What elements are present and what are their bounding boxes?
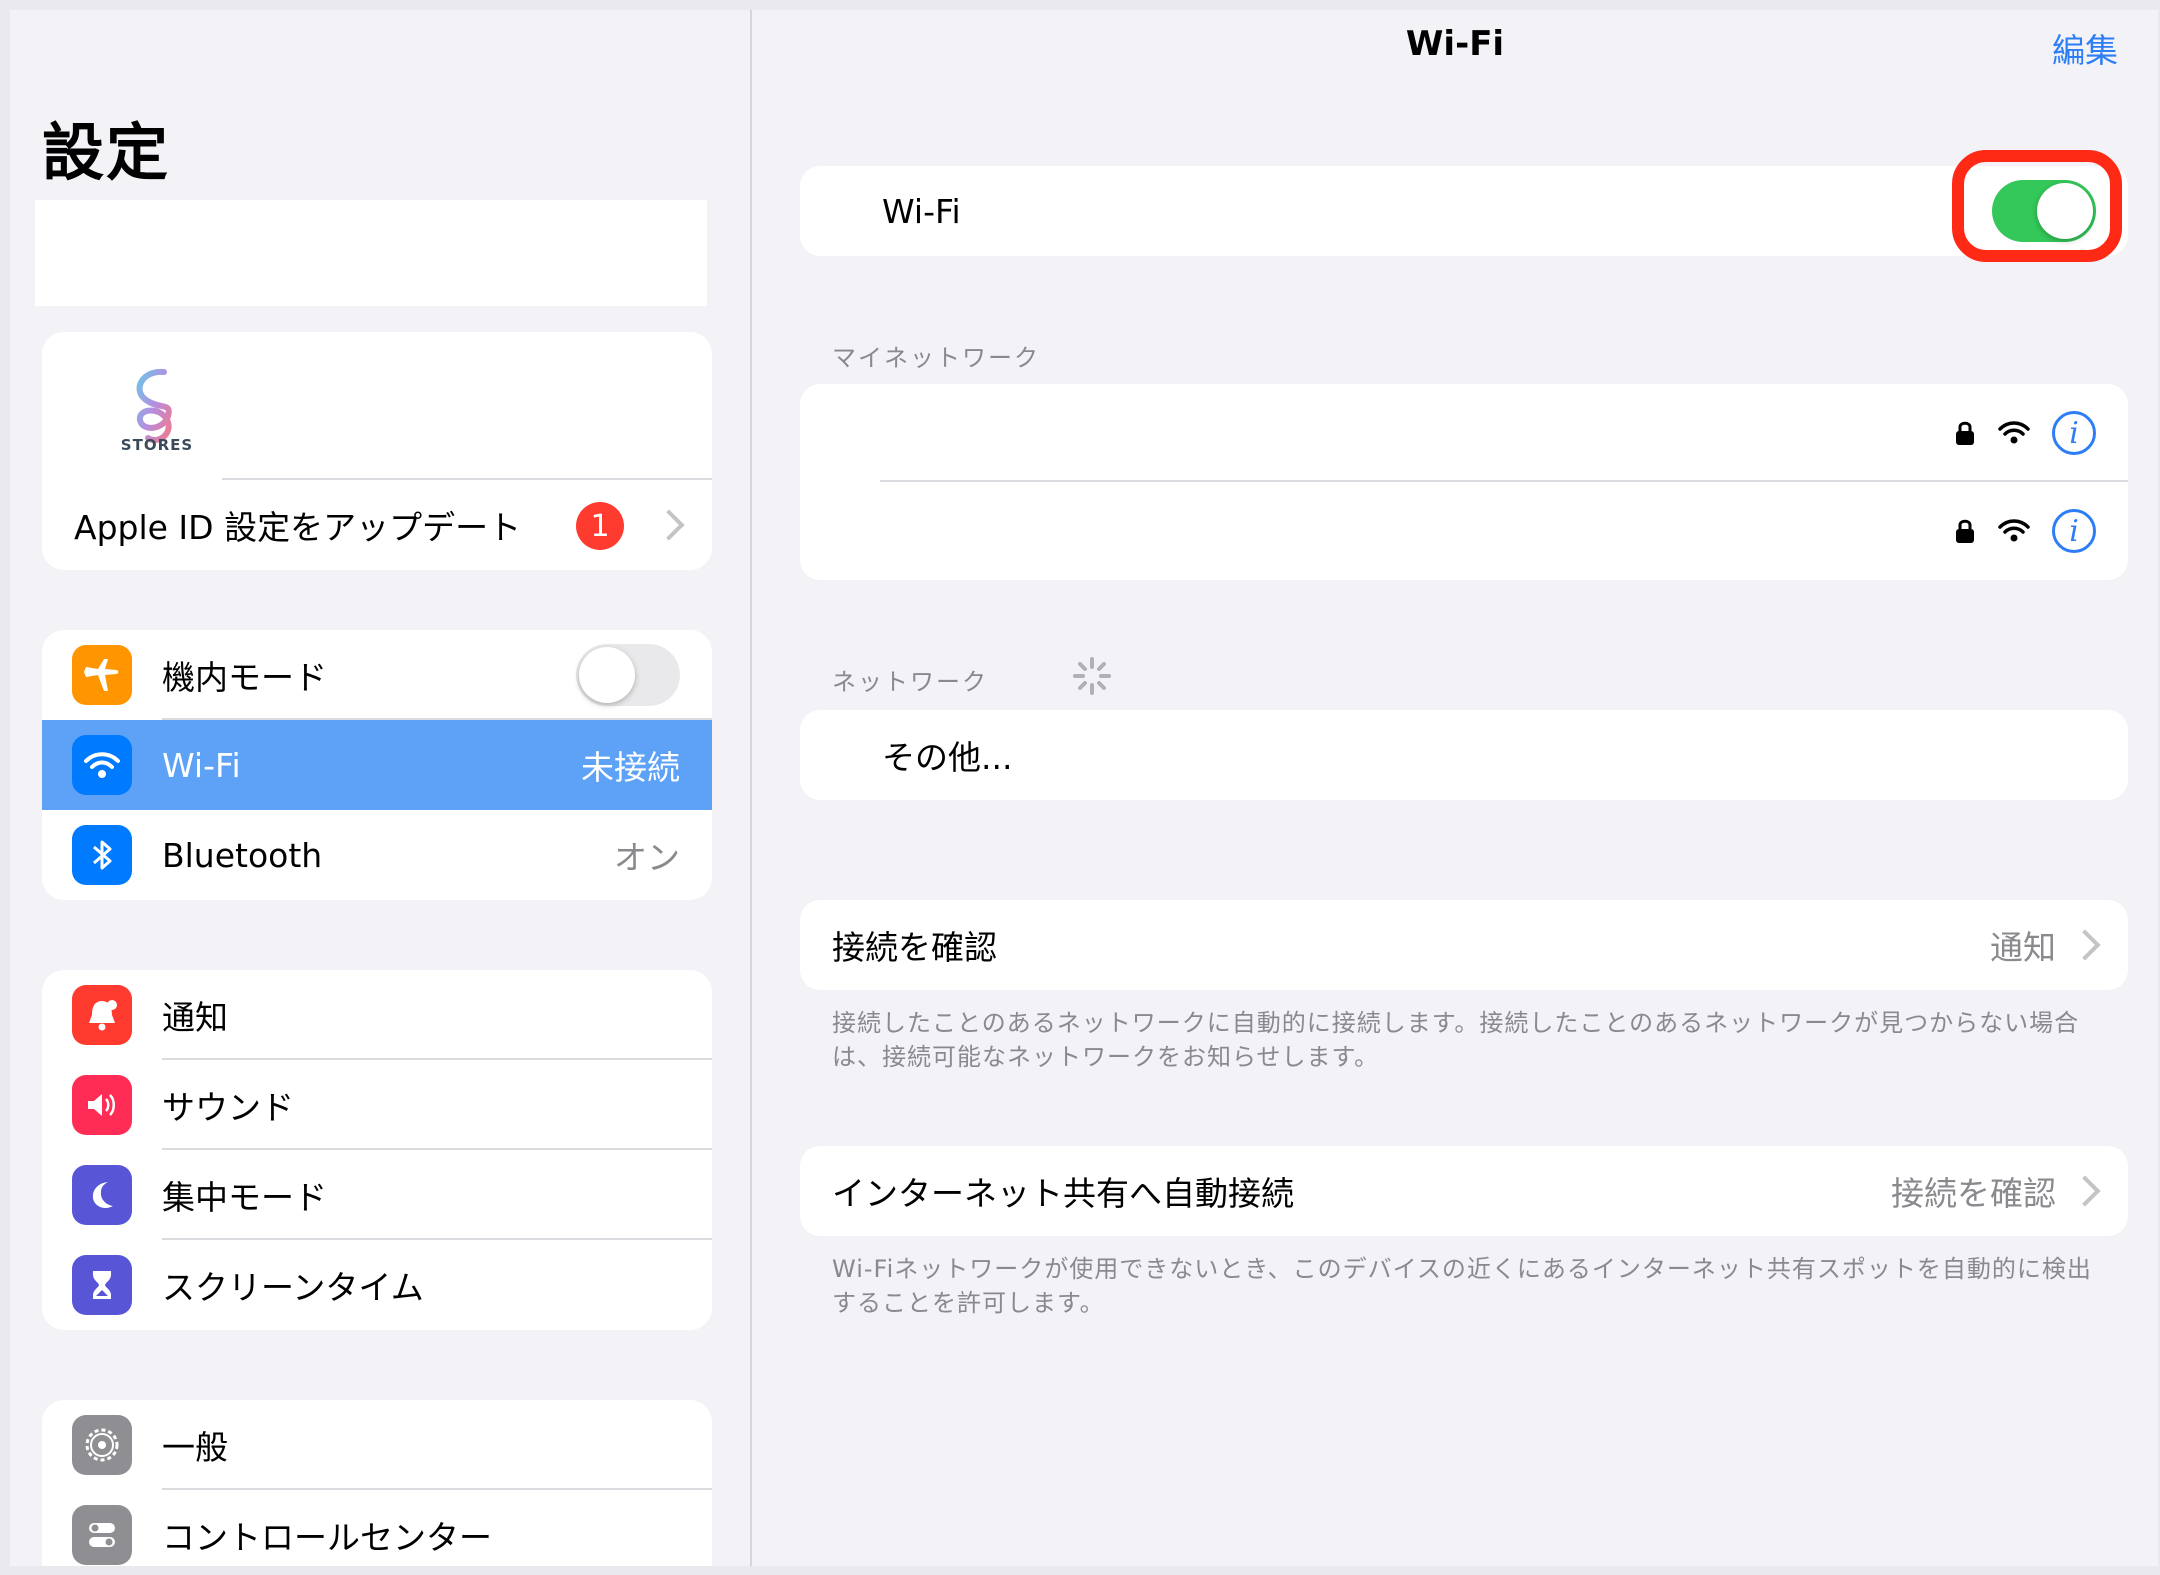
ask-join-row[interactable]: 接続を確認 通知 (800, 900, 2128, 990)
hotspot-value: 接続を確認 (1891, 1174, 2056, 1213)
wifi-toggle-row: Wi-Fi (800, 166, 2128, 256)
sidebar-item-sounds[interactable]: サウンド (42, 1060, 712, 1150)
chevron-right-icon (653, 509, 685, 541)
sidebar-item-notifications[interactable]: 通知 (42, 970, 712, 1060)
lock-icon (1956, 519, 1974, 543)
sidebar-item-airplane[interactable]: 機内モード (42, 630, 712, 720)
update-badge: 1 (576, 502, 624, 550)
hourglass-icon (72, 1255, 132, 1315)
stores-logo-text: STORES (120, 436, 194, 454)
sidebar-item-screen-time[interactable]: スクリーンタイム (42, 1240, 712, 1330)
search-field[interactable] (35, 200, 707, 306)
chevron-right-icon (2069, 929, 2101, 961)
sidebar-item-label: 一般 (162, 1428, 228, 1467)
wifi-signal-icon (1998, 519, 2030, 542)
notification-bell-icon (72, 985, 132, 1045)
bluetooth-status-value: オン (614, 838, 680, 877)
network-row[interactable]: i (800, 384, 2128, 482)
info-icon[interactable]: i (2052, 509, 2096, 553)
sidebar-item-bluetooth[interactable]: Bluetooth オン (42, 810, 712, 900)
bluetooth-icon (72, 825, 132, 885)
sidebar-item-general[interactable]: 一般 (42, 1400, 712, 1490)
hotspot-footnote: Wi-Fiネットワークが使用できないとき、このデバイスの近くにあるインターネット… (832, 1255, 2092, 1317)
apple-id-update-label: Apple ID 設定をアップデート (74, 508, 522, 547)
sidebar-item-label: スクリーンタイム (162, 1268, 424, 1307)
apple-id-update-row[interactable]: Apple ID 設定をアップデート 1 (42, 480, 712, 570)
sidebar-item-focus[interactable]: 集中モード (42, 1150, 712, 1240)
networks-header: ネットワーク (832, 657, 1111, 697)
wifi-toggle-label: Wi-Fi (882, 191, 961, 231)
moon-icon (72, 1165, 132, 1225)
ask-join-footnote: 接続したことのあるネットワークに自動的に接続します。接続したことのあるネットワー… (832, 1009, 2080, 1071)
ask-join-value: 通知 (1990, 928, 2056, 967)
edit-button[interactable]: 編集 (2052, 24, 2118, 72)
sidebar-item-wifi[interactable]: Wi-Fi 未接続 (42, 720, 712, 810)
airplane-mode-toggle[interactable] (576, 644, 680, 706)
sidebar-item-label: コントロールセンター (162, 1518, 492, 1557)
sidebar-item-label: 通知 (162, 998, 228, 1037)
wifi-toggle-card: Wi-Fi (800, 166, 2128, 256)
apple-id-card[interactable]: STORES Apple ID 設定をアップデート 1 (42, 332, 712, 570)
sidebar-item-label: 機内モード (162, 658, 327, 697)
settings-window: 設定 STORES Apple ID 設定をアップデート 1 機内モード Wi-… (10, 10, 2158, 1566)
connectivity-group: 機内モード Wi-Fi 未接続 Bluetooth オン (42, 630, 712, 900)
other-network-label: その他... (882, 738, 1013, 777)
sidebar-item-control-center[interactable]: コントロールセンター (42, 1490, 712, 1566)
hotspot-label: インターネット共有へ自動接続 (832, 1174, 1294, 1213)
ask-join-label: 接続を確認 (832, 928, 997, 967)
sidebar-item-label: サウンド (162, 1088, 294, 1127)
my-networks-header: マイネットワーク (832, 344, 1040, 372)
ask-join-card: 接続を確認 通知 (800, 900, 2128, 990)
other-networks-card: その他... (800, 710, 2128, 800)
speaker-icon (72, 1075, 132, 1135)
network-status-icons: i (1954, 411, 2096, 455)
hotspot-card: インターネット共有へ自動接続 接続を確認 (800, 1146, 2128, 1236)
my-networks-card: i i (800, 384, 2128, 580)
wifi-signal-icon (1998, 421, 2030, 444)
notifications-group: 通知 サウンド 集中モード スクリーンタイム (42, 970, 712, 1330)
other-network-row[interactable]: その他... (800, 710, 2128, 800)
networks-header-label: ネットワーク (832, 668, 988, 696)
page-title: Wi-Fi (1405, 24, 1505, 64)
info-icon[interactable]: i (2052, 411, 2096, 455)
network-status-icons: i (1954, 509, 2096, 553)
loading-spinner-icon (1073, 657, 1111, 695)
wifi-status-value: 未接続 (581, 748, 680, 787)
sidebar-item-label: Bluetooth (162, 835, 323, 875)
gear-icon (72, 1415, 132, 1475)
chevron-right-icon (2069, 1175, 2101, 1207)
wifi-detail-pane: Wi-Fi 編集 Wi-Fi マイネットワーク i i ネットワーク その他..… (752, 10, 2158, 1566)
hotspot-row[interactable]: インターネット共有へ自動接続 接続を確認 (800, 1146, 2128, 1236)
control-center-icon (72, 1505, 132, 1565)
airplane-icon (72, 645, 132, 705)
sidebar-item-label: Wi-Fi (162, 745, 241, 785)
wifi-icon (72, 735, 132, 795)
highlight-annotation (1952, 150, 2122, 262)
sidebar-title: 設定 (42, 116, 171, 189)
general-group: 一般 コントロールセンター (42, 1400, 712, 1566)
sidebar-item-label: 集中モード (162, 1178, 327, 1217)
lock-icon (1956, 421, 1974, 445)
network-row[interactable]: i (800, 482, 2128, 580)
sidebar: 設定 STORES Apple ID 設定をアップデート 1 機内モード Wi-… (10, 10, 752, 1566)
